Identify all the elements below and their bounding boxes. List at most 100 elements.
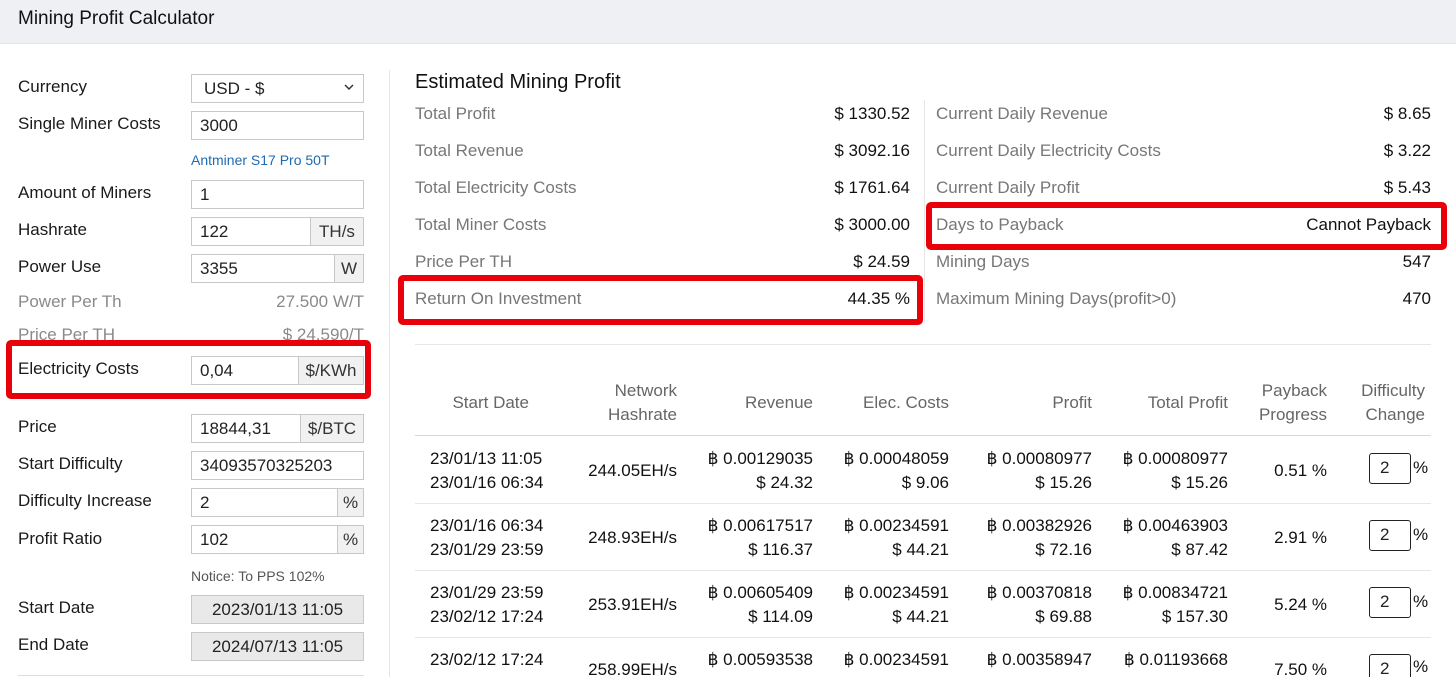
th-difficulty-1: Difficulty <box>1361 381 1425 400</box>
start-difficulty-input[interactable]: 34093570325203 <box>191 451 364 480</box>
row-divider <box>415 570 1431 571</box>
row-total-btc: ฿ 0.00463903 <box>1122 516 1228 535</box>
mining-days-value: 547 <box>1402 252 1431 271</box>
power-input[interactable]: 3355 <box>191 254 335 283</box>
row-profit-btc: ฿ 0.00358947 <box>986 650 1092 669</box>
power-unit: W <box>334 254 364 283</box>
hashrate-input[interactable]: 122 <box>191 217 311 246</box>
profit-ratio-input[interactable]: 102 <box>191 525 338 554</box>
th-payback-2: Progress <box>1258 405 1327 424</box>
row-profit-btc: ฿ 0.00370818 <box>986 583 1092 602</box>
max-mining-days-label: Maximum Mining Days(profit>0) <box>936 289 1177 308</box>
difficulty-percent: % <box>1413 657 1429 676</box>
miner-cost-input[interactable]: 3000 <box>191 111 364 140</box>
end-date-input[interactable]: 2024/07/13 11:05 <box>191 632 364 661</box>
row-start: 23/01/16 06:34 <box>430 516 544 535</box>
total-electricity-label: Total Electricity Costs <box>415 178 577 197</box>
row-hashrate: 244.05EH/s <box>588 461 677 480</box>
total-profit-value: $ 1330.52 <box>834 104 910 123</box>
row-revenue-usd: $ 24.32 <box>756 473 813 492</box>
start-date-input[interactable]: 2023/01/13 11:05 <box>191 595 364 624</box>
row-total-usd: $ 87.42 <box>1171 540 1228 559</box>
daily-profit-value: $ 5.43 <box>1383 178 1431 197</box>
price-per-th-summary-value: $ 24.59 <box>853 252 910 271</box>
currency-select[interactable]: USD - $ <box>191 74 364 103</box>
difficulty-change-input[interactable]: 2 <box>1369 654 1411 677</box>
row-profit-usd: $ 15.26 <box>1035 473 1092 492</box>
row-hashrate: 253.91EH/s <box>588 595 677 614</box>
row-end: 23/01/29 23:59 <box>430 540 544 559</box>
total-revenue-label: Total Revenue <box>415 141 524 160</box>
row-elec-usd: $ 9.06 <box>901 473 949 492</box>
row-elec-btc: ฿ 0.00234591 <box>843 650 949 669</box>
difficulty-increase-input[interactable]: 2 <box>191 488 338 517</box>
app-header: Mining Profit Calculator <box>0 0 1456 44</box>
summary-divider <box>924 100 925 322</box>
max-mining-days-value: 470 <box>1402 289 1431 308</box>
th-total-profit: Total Profit <box>1147 393 1228 412</box>
row-total-usd: $ 15.26 <box>1171 473 1228 492</box>
daily-electricity-value: $ 3.22 <box>1383 141 1431 160</box>
miner-model-link[interactable]: Antminer S17 Pro 50T <box>191 152 330 168</box>
difficulty-change-input[interactable]: 2 <box>1369 587 1411 618</box>
difficulty-change-input[interactable]: 2 <box>1369 520 1411 551</box>
form-divider <box>18 675 364 676</box>
start-difficulty-label: Start Difficulty <box>18 454 123 473</box>
difficulty-increase-label: Difficulty Increase <box>18 491 152 510</box>
th-profit: Profit <box>1052 393 1092 412</box>
summary-title: Estimated Mining Profit <box>415 71 621 93</box>
row-elec-usd: $ 44.21 <box>892 540 949 559</box>
difficulty-increase-unit: % <box>337 488 364 517</box>
row-hashrate: 248.93EH/s <box>588 528 677 547</box>
column-divider <box>389 70 390 677</box>
row-end: 23/01/16 06:34 <box>430 473 544 492</box>
total-electricity-value: $ 1761.64 <box>834 178 910 197</box>
row-divider <box>415 637 1431 638</box>
row-revenue-btc: ฿ 0.00129035 <box>707 449 813 468</box>
price-label: Price <box>18 417 57 436</box>
price-input[interactable]: 18844,31 <box>191 414 301 443</box>
table-header-rule <box>415 435 1431 436</box>
row-elec-btc: ฿ 0.00048059 <box>843 449 949 468</box>
row-payback: 2.91 % <box>1274 528 1327 547</box>
daily-revenue-value: $ 8.65 <box>1383 104 1431 123</box>
highlight-electricity <box>6 340 371 399</box>
start-date-label: Start Date <box>18 598 95 617</box>
hashrate-unit: TH/s <box>310 217 364 246</box>
th-elec-costs: Elec. Costs <box>863 393 949 412</box>
row-total-btc: ฿ 0.01193668 <box>1123 650 1228 669</box>
currency-value: USD - $ <box>204 79 265 98</box>
daily-profit-label: Current Daily Profit <box>936 178 1080 197</box>
difficulty-percent: % <box>1413 458 1429 477</box>
th-network-1: Network <box>614 381 677 400</box>
row-revenue-usd: $ 114.09 <box>748 607 813 626</box>
power-label: Power Use <box>18 257 102 276</box>
row-elec-btc: ฿ 0.00234591 <box>843 516 949 535</box>
end-date-label: End Date <box>18 635 89 654</box>
daily-electricity-label: Current Daily Electricity Costs <box>936 141 1161 160</box>
daily-revenue-label: Current Daily Revenue <box>936 104 1108 123</box>
row-payback: 0.51 % <box>1274 461 1327 480</box>
app-title: Mining Profit Calculator <box>18 8 215 29</box>
row-total-btc: ฿ 0.00080977 <box>1122 449 1228 468</box>
difficulty-percent: % <box>1413 592 1429 611</box>
miner-cost-label: Single Miner Costs <box>18 114 161 133</box>
difficulty-change-input[interactable]: 2 <box>1369 453 1411 484</box>
row-payback: 7.50 % <box>1274 660 1327 677</box>
profit-ratio-unit: % <box>337 525 364 554</box>
row-elec-usd: $ 44.21 <box>892 607 949 626</box>
chevron-down-icon <box>343 81 355 96</box>
row-divider <box>415 503 1431 504</box>
row-start: 23/01/29 23:59 <box>430 583 544 602</box>
profit-ratio-label: Profit Ratio <box>18 529 103 548</box>
row-total-usd: $ 157.30 <box>1161 607 1228 626</box>
row-revenue-btc: ฿ 0.00605409 <box>707 583 813 602</box>
hashrate-label: Hashrate <box>18 220 87 239</box>
row-hashrate: 258.99EH/s <box>588 660 677 677</box>
amount-input[interactable]: 1 <box>191 180 364 209</box>
total-miner-costs-value: $ 3000.00 <box>834 215 910 234</box>
row-revenue-usd: $ 116.37 <box>748 540 813 559</box>
th-start-date: Start Date <box>452 393 529 412</box>
row-elec-btc: ฿ 0.00234591 <box>843 583 949 602</box>
row-profit-btc: ฿ 0.00080977 <box>986 449 1092 468</box>
